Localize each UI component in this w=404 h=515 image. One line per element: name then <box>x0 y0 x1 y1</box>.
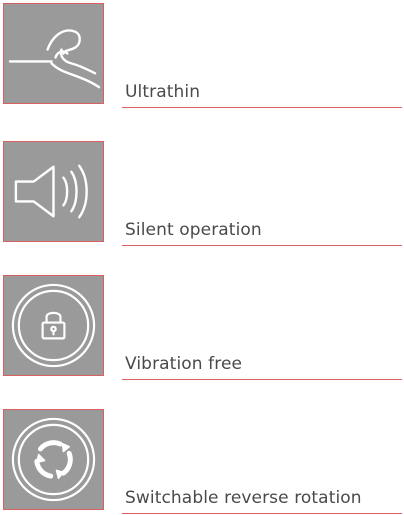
divider <box>122 107 402 108</box>
feature-label: Silent operation <box>125 220 262 240</box>
feature-icon-tile <box>3 3 104 104</box>
padlock-icon <box>11 283 96 368</box>
feature-label: Ultrathin <box>125 82 201 102</box>
feature-reverse-rotation: Switchable reverse rotation <box>0 406 404 514</box>
divider <box>122 379 402 380</box>
divider <box>122 513 402 514</box>
speaker-icon <box>14 164 88 219</box>
hand-pinch-icon <box>8 29 101 89</box>
divider <box>122 245 402 246</box>
feature-icon-tile <box>3 275 104 376</box>
feature-icon-tile <box>3 141 104 242</box>
feature-ultrathin: Ultrathin <box>0 0 404 108</box>
reverse-rotation-icon <box>11 417 96 502</box>
feature-silent-operation: Silent operation <box>0 138 404 246</box>
feature-icon-tile <box>3 409 104 510</box>
feature-vibration-free: Vibration free <box>0 272 404 380</box>
feature-label: Vibration free <box>125 354 243 374</box>
feature-label: Switchable reverse rotation <box>125 488 362 508</box>
